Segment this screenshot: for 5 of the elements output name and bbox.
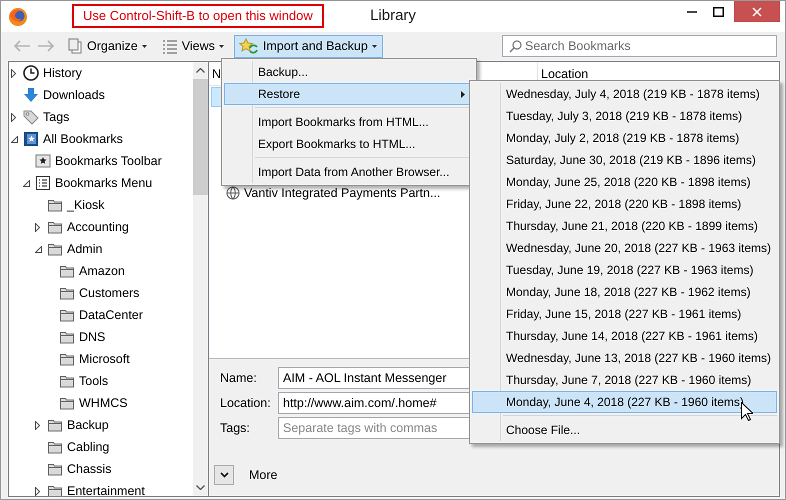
field-label: Name:	[220, 371, 258, 385]
window-title: Library	[370, 6, 416, 24]
field-label: Location:	[220, 396, 272, 410]
field-label: Tags:	[220, 421, 251, 435]
annotation-note: Use Control-Shift-B to open this window	[72, 4, 324, 28]
